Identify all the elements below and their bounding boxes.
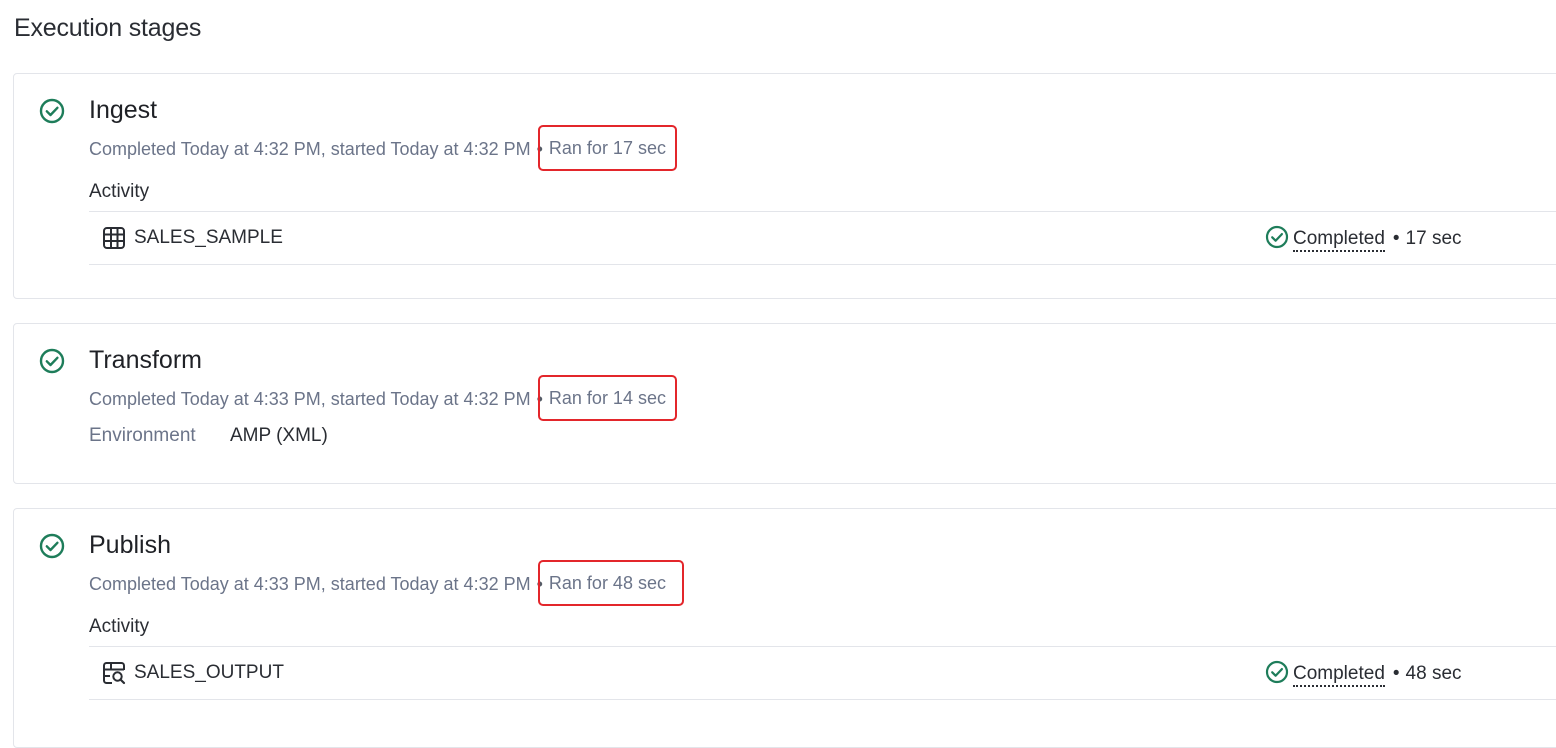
check-circle-icon bbox=[1265, 225, 1289, 249]
activity-status: Completed • 17 sec bbox=[1265, 225, 1462, 252]
table-icon bbox=[103, 227, 125, 249]
separator-dot: • bbox=[1392, 228, 1400, 249]
dataset-search-icon bbox=[103, 662, 126, 685]
environment-value: AMP (XML) bbox=[230, 425, 328, 446]
check-circle-icon bbox=[39, 98, 65, 124]
stage-completed-text: Completed Today at 4:33 PM, started Toda… bbox=[89, 389, 531, 409]
environment-label: Environment bbox=[89, 425, 196, 446]
separator-dot: • bbox=[1392, 663, 1400, 684]
check-circle-icon bbox=[39, 348, 65, 374]
activity-row[interactable]: SALES_OUTPUT Completed • 48 sec bbox=[89, 646, 1556, 700]
activity-duration: 48 sec bbox=[1405, 663, 1462, 684]
activity-heading: Activity bbox=[89, 181, 150, 202]
stage-timing: Completed Today at 4:33 PM, started Toda… bbox=[89, 560, 684, 607]
activity-heading: Activity bbox=[89, 616, 150, 637]
activity-status: Completed • 48 sec bbox=[1265, 660, 1462, 687]
check-circle-icon bbox=[1265, 660, 1289, 684]
activity-name: SALES_OUTPUT bbox=[134, 662, 284, 683]
stage-card-publish: Publish Completed Today at 4:33 PM, star… bbox=[13, 508, 1556, 748]
activity-row[interactable]: SALES_SAMPLE Completed • 17 sec bbox=[89, 211, 1556, 265]
status-badge[interactable]: Completed bbox=[1293, 663, 1385, 687]
stage-name: Publish bbox=[89, 531, 171, 559]
activity-duration: 17 sec bbox=[1405, 228, 1462, 249]
stage-name: Transform bbox=[89, 346, 202, 374]
check-circle-icon bbox=[39, 533, 65, 559]
stage-name: Ingest bbox=[89, 96, 158, 124]
page-title: Execution stages bbox=[14, 14, 202, 42]
ran-for-duration: Ran for 48 sec bbox=[537, 560, 684, 606]
stage-timing: Completed Today at 4:33 PM, started Toda… bbox=[89, 375, 677, 422]
stage-timing: Completed Today at 4:32 PM, started Toda… bbox=[89, 125, 677, 172]
stage-completed-text: Completed Today at 4:33 PM, started Toda… bbox=[89, 574, 531, 594]
activity-name: SALES_SAMPLE bbox=[134, 227, 283, 248]
ran-for-duration: Ran for 14 sec bbox=[537, 375, 677, 421]
stage-completed-text: Completed Today at 4:32 PM, started Toda… bbox=[89, 139, 531, 159]
stage-card-ingest: Ingest Completed Today at 4:32 PM, start… bbox=[13, 73, 1556, 299]
status-badge[interactable]: Completed bbox=[1293, 228, 1385, 252]
stage-card-transform: Transform Completed Today at 4:33 PM, st… bbox=[13, 323, 1556, 484]
ran-for-duration: Ran for 17 sec bbox=[537, 125, 677, 171]
